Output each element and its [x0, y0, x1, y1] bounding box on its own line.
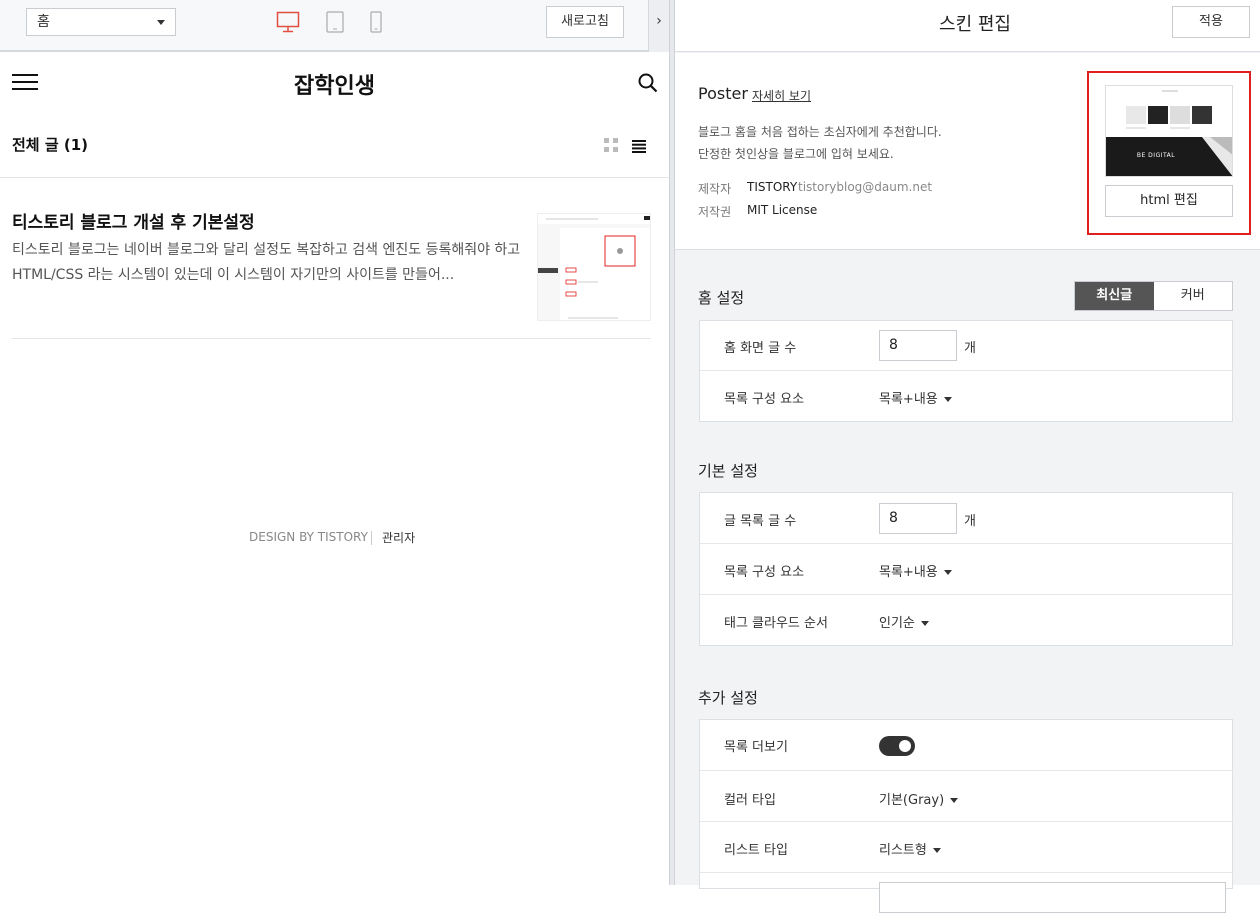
skin-name: Poster — [698, 84, 748, 103]
page-select[interactable]: 홈 — [26, 8, 176, 36]
list-more-label: 목록 더보기 — [724, 740, 788, 755]
desktop-view-icon[interactable] — [276, 10, 300, 34]
settings-row: 컬러 타입 기본(Gray) — [700, 771, 1233, 822]
home-post-count-input[interactable]: 8 — [879, 330, 957, 361]
dropdown-value: 목록+내용 — [879, 565, 938, 580]
collapse-panel-button[interactable]: › — [648, 0, 669, 52]
license-value: MIT License — [747, 203, 818, 217]
post-thumbnail[interactable] — [537, 213, 651, 321]
basic-settings-panel: 글 목록 글 수 8 개 목록 구성 요소 목록+내용 태그 클라우드 순서 인… — [699, 492, 1233, 646]
settings-row: 홈 화면 글 수 8 개 — [700, 321, 1233, 371]
apply-button[interactable]: 적용 — [1172, 6, 1250, 38]
home-settings-panel: 홈 화면 글 수 8 개 목록 구성 요소 목록+내용 — [699, 320, 1233, 422]
tablet-view-icon[interactable] — [325, 10, 345, 34]
unit-label: 개 — [964, 341, 976, 356]
maker-label: 제작자 — [698, 182, 732, 196]
page-select-value: 홈 — [37, 14, 50, 30]
caret-down-icon — [943, 570, 952, 575]
dropdown-value: 목록+내용 — [879, 392, 938, 407]
caret-down-icon — [920, 621, 929, 626]
list-type-dropdown[interactable]: 리스트형 — [879, 839, 941, 858]
extra-settings-title: 추가 설정 — [698, 689, 758, 707]
basic-settings-title: 기본 설정 — [698, 462, 758, 480]
maker-value: TISTORY — [747, 180, 798, 194]
settings-row: 목록 더보기 — [700, 720, 1233, 771]
dropdown-value: 인기순 — [879, 616, 915, 631]
home-settings-title: 홈 설정 — [698, 289, 745, 307]
blog-title[interactable]: 잡학인생 — [0, 68, 669, 100]
settings-row: 목록 구성 요소 목록+내용 — [700, 371, 1233, 422]
tag-order-label: 태그 클라우드 순서 — [724, 616, 828, 631]
blog-preview-pane — [0, 0, 669, 885]
search-icon[interactable] — [638, 73, 658, 93]
list-count-label: 글 목록 글 수 — [724, 514, 797, 529]
settings-row: 리스트 타입 리스트형 — [700, 822, 1233, 873]
color-type-dropdown[interactable]: 기본(Gray) — [879, 789, 959, 808]
maker-email: tistoryblog@daum.net — [798, 180, 933, 194]
tab-cover[interactable]: 커버 — [1154, 282, 1233, 310]
home-composition-dropdown[interactable]: 목록+내용 — [879, 388, 952, 407]
caret-down-icon — [943, 397, 952, 402]
post-list-header: 전체 글 (1) — [12, 136, 88, 154]
settings-row: 태그 클라우드 순서 인기순 — [700, 595, 1233, 646]
grid-view-icon[interactable] — [604, 137, 618, 152]
divider — [371, 531, 372, 545]
list-more-toggle[interactable] — [879, 736, 915, 756]
tag-order-dropdown[interactable]: 인기순 — [879, 612, 929, 631]
footer-admin-link[interactable]: 관리자 — [382, 529, 415, 546]
settings-row: 목록 구성 요소 목록+내용 — [700, 544, 1233, 595]
caret-down-icon — [950, 798, 959, 803]
settings-input[interactable] — [879, 882, 1226, 913]
dropdown-value: 기본(Gray) — [879, 793, 945, 808]
chevron-down-icon — [157, 20, 165, 25]
preview-caption: BE DIGITAL — [1136, 152, 1176, 159]
extra-settings-panel: 목록 더보기 컬러 타입 기본(Gray) 리스트 타입 리스트형 — [699, 719, 1233, 913]
divider — [12, 338, 651, 339]
list-view-icon[interactable] — [632, 138, 646, 153]
refresh-button[interactable]: 새로고침 — [546, 6, 624, 38]
unit-label: 개 — [964, 514, 976, 529]
post-title[interactable]: 티스토리 블로그 개설 후 기본설정 — [12, 208, 255, 233]
list-composition-label: 목록 구성 요소 — [724, 565, 805, 580]
tab-latest-posts[interactable]: 최신글 — [1075, 282, 1154, 310]
settings-row: 글 목록 글 수 8 개 — [700, 493, 1233, 544]
divider — [0, 177, 669, 178]
color-type-label: 컬러 타입 — [724, 793, 776, 808]
html-edit-button[interactable]: html 편집 — [1105, 185, 1233, 217]
home-post-count-label: 홈 화면 글 수 — [724, 341, 797, 356]
home-composition-label: 목록 구성 요소 — [724, 392, 805, 407]
skin-preview-thumbnail: BE DIGITAL — [1105, 85, 1233, 177]
dropdown-value: 리스트형 — [879, 843, 927, 858]
post-excerpt[interactable]: 티스토리 블로그는 네이버 블로그와 달리 설정도 복잡하고 검색 엔진도 등록… — [12, 238, 527, 288]
skin-description: 블로그 홈을 처음 접하는 초심자에게 추천합니다. 단정한 첫인상을 블로그에… — [698, 121, 1078, 165]
footer-design-credit: DESIGN BY TISTORY — [249, 530, 368, 544]
skin-details-link[interactable]: 자세히 보기 — [752, 87, 811, 104]
list-count-input[interactable]: 8 — [879, 503, 957, 534]
home-type-toggle: 최신글 커버 — [1074, 281, 1233, 311]
list-type-label: 리스트 타입 — [724, 843, 788, 858]
toggle-knob — [899, 740, 911, 752]
list-composition-dropdown[interactable]: 목록+내용 — [879, 561, 952, 580]
settings-row — [700, 873, 1233, 913]
mobile-view-icon[interactable] — [368, 10, 384, 34]
license-label: 저작권 — [698, 205, 732, 219]
skin-description-line: 단정한 첫인상을 블로그에 입혀 보세요. — [698, 147, 894, 161]
skin-description-line: 블로그 홈을 처음 접하는 초심자에게 추천합니다. — [698, 125, 942, 139]
caret-down-icon — [932, 848, 941, 853]
